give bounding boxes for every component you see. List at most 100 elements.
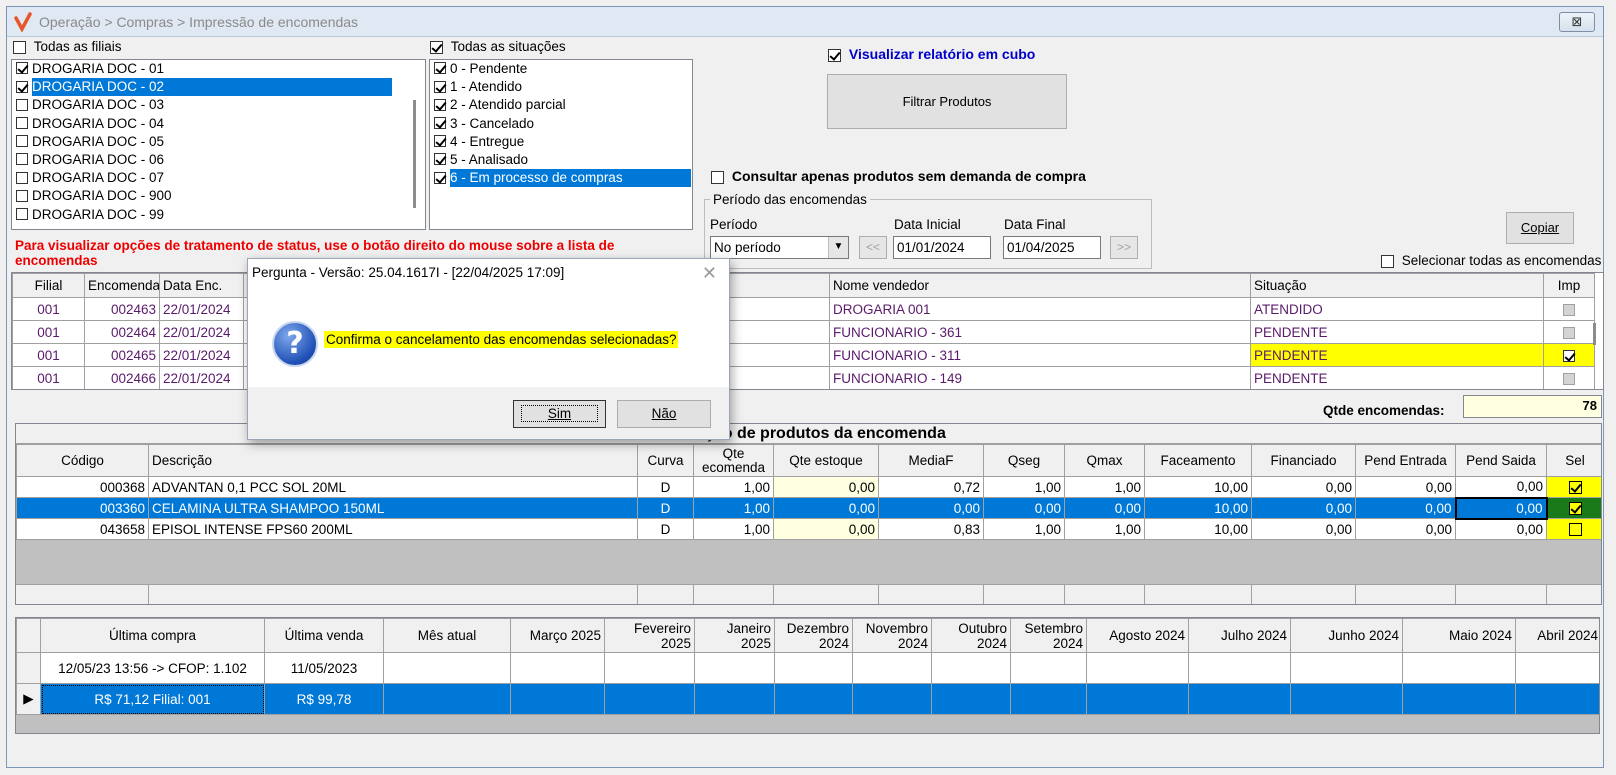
historico-grid[interactable]: Última compra Última venda Mês atual Março … <box>15 617 1600 734</box>
produto-row[interactable]: 003360 CELAMINA ULTRA SHAMPOO 150ML D 1,00 0… <box>16 496 1601 520</box>
hist-col-header[interactable]: Julho 2024 <box>1188 618 1291 653</box>
encomendas-scrollbar[interactable] <box>1593 323 1596 345</box>
produto-mediaf-cell[interactable]: 0,83 <box>878 518 984 540</box>
encomenda-filial-cell[interactable]: 001 <box>12 320 85 344</box>
produto-descricao-cell[interactable]: EPISOL INTENSE FPS60 200ML <box>148 518 638 540</box>
filial-item[interactable]: DROGARIA DOC - 07 <box>12 169 425 187</box>
encomenda-data-cell[interactable]: 22/01/2024 <box>159 343 244 367</box>
filial-item-check-icon[interactable] <box>16 80 28 93</box>
filial-item[interactable]: DROGARIA DOC - 04 <box>12 115 425 133</box>
produto-curva-cell[interactable]: D <box>637 497 694 519</box>
imp-check-icon[interactable] <box>1563 303 1575 316</box>
cubo-check-icon[interactable] <box>828 48 841 62</box>
encomenda-situacao-cell[interactable]: PENDENTE <box>1250 320 1544 344</box>
encomenda-imp-cell[interactable] <box>1543 297 1595 321</box>
col-pend-entrada[interactable]: Pend Entrada <box>1355 444 1456 477</box>
imp-check-icon[interactable] <box>1563 349 1575 362</box>
hist-col-header[interactable]: Maio 2024 <box>1402 618 1516 653</box>
produto-curva-cell[interactable]: D <box>637 476 694 498</box>
situacao-item[interactable]: 0 - Pendente <box>430 60 692 78</box>
produto-pend-saida-cell[interactable]: 0,00 <box>1455 518 1547 540</box>
produto-qte-encomenda-cell[interactable]: 1,00 <box>693 497 774 519</box>
imp-check-icon[interactable] <box>1563 326 1575 339</box>
encomenda-filial-cell[interactable]: 001 <box>12 343 85 367</box>
hist-ultima-venda[interactable]: 11/05/2023 <box>264 652 384 684</box>
situacao-item[interactable]: 3 - Cancelado <box>430 115 692 133</box>
situacoes-list[interactable]: 0 - Pendente 1 - Atendido 2 - Atendido par… <box>429 59 693 230</box>
encomenda-vendedor-cell[interactable]: FUNCIONARIO - 361 <box>829 320 1251 344</box>
encomenda-encomenda-cell[interactable]: 002464 <box>84 320 160 344</box>
situacao-item[interactable]: 6 - Em processo de compras <box>430 169 692 188</box>
filial-item[interactable]: DROGARIA DOC - 900 <box>12 187 425 205</box>
todas-filiais-check-icon[interactable] <box>13 40 26 54</box>
hist-col-header[interactable]: Novembro 2024 <box>852 618 932 653</box>
col-situacao[interactable]: Situação <box>1250 273 1544 298</box>
hist-valor-compra[interactable]: R$ 71,12 Filial: 001 <box>40 683 265 715</box>
col-pend-saida[interactable]: Pend Saida <box>1455 444 1547 477</box>
sel-check-icon[interactable] <box>1568 502 1582 516</box>
data-final-input[interactable]: 01/04/2025 <box>1003 236 1101 259</box>
produto-pend-entrada-cell[interactable]: 0,00 <box>1355 476 1456 498</box>
produto-codigo-cell[interactable]: 043658 <box>16 518 149 540</box>
encomenda-imp-cell[interactable] <box>1543 343 1595 367</box>
situacao-item[interactable]: 4 - Entregue <box>430 133 692 151</box>
encomenda-filial-cell[interactable]: 001 <box>12 297 85 321</box>
situacao-item-check-icon[interactable] <box>434 153 446 166</box>
situacao-item-check-icon[interactable] <box>434 62 446 75</box>
sel-check-icon[interactable] <box>1568 481 1582 495</box>
produto-qmax-cell[interactable]: 1,00 <box>1064 476 1145 498</box>
hist-col-header[interactable]: Última venda <box>264 618 384 653</box>
hist-valor-venda[interactable]: R$ 99,78 <box>264 683 384 715</box>
chevron-down-icon[interactable]: ▼ <box>828 237 848 258</box>
data-inicial-input[interactable]: 01/01/2024 <box>893 236 991 259</box>
dialog-close-icon[interactable]: ✕ <box>702 263 717 284</box>
produto-descricao-cell[interactable]: CELAMINA ULTRA SHAMPOO 150ML <box>148 497 638 519</box>
situacao-item-check-icon[interactable] <box>434 80 446 93</box>
sem-demanda-checkbox[interactable]: Consultar apenas produtos sem demanda de… <box>711 168 1086 184</box>
hist-col-header[interactable]: Fevereiro 2025 <box>604 618 695 653</box>
produtos-grid[interactable]: Relação de produtos da encomenda Código … <box>15 423 1602 605</box>
filial-item-check-icon[interactable] <box>16 171 28 184</box>
situacao-item[interactable]: 2 - Atendido parcial <box>430 96 692 114</box>
encomenda-vendedor-cell[interactable]: DROGARIA 001 <box>829 297 1251 321</box>
filial-item-check-icon[interactable] <box>16 189 28 202</box>
hist-col-header[interactable]: Junho 2024 <box>1290 618 1403 653</box>
produto-qseg-cell[interactable]: 0,00 <box>983 497 1065 519</box>
col-descricao[interactable]: Descrição <box>148 444 638 477</box>
hist-row-1[interactable]: 12/05/23 13:56 -> CFOP: 1.102 11/05/2023 <box>16 652 1599 684</box>
col-codigo[interactable]: Código <box>16 444 149 477</box>
col-qte-estoque[interactable]: Qte estoque <box>773 444 879 477</box>
col-faceamento[interactable]: Faceamento <box>1144 444 1252 477</box>
col-qmax[interactable]: Qmax <box>1064 444 1145 477</box>
hist-col-header[interactable]: Mês atual <box>383 618 511 653</box>
prev-period-button[interactable]: << <box>859 236 887 259</box>
col-mediaf[interactable]: MediaF <box>878 444 984 477</box>
situacao-item-check-icon[interactable] <box>434 135 446 148</box>
col-qte-encomenda[interactable]: Qte ecomenda <box>693 444 774 477</box>
encomenda-data-cell[interactable]: 22/01/2024 <box>159 297 244 321</box>
next-period-button[interactable]: >> <box>1110 236 1138 259</box>
produto-qseg-cell[interactable]: 1,00 <box>983 476 1065 498</box>
encomenda-vendedor-cell[interactable]: FUNCIONARIO - 311 <box>829 343 1251 367</box>
produto-pend-saida-cell[interactable]: 0,00 <box>1454 496 1548 520</box>
todas-situacoes-check-icon[interactable] <box>430 40 443 54</box>
filial-item-check-icon[interactable] <box>16 135 28 148</box>
produto-qte-estoque-cell[interactable]: 0,00 <box>773 497 879 519</box>
produto-pend-entrada-cell[interactable]: 0,00 <box>1355 497 1456 519</box>
col-sel[interactable]: Sel <box>1546 444 1601 477</box>
produto-curva-cell[interactable]: D <box>637 518 694 540</box>
encomenda-imp-cell[interactable] <box>1543 366 1595 389</box>
hist-col-header[interactable]: Dezembro 2024 <box>774 618 853 653</box>
selecionar-todas-checkbox[interactable]: Selecionar todas as encomendas <box>1381 253 1601 268</box>
produto-sel-cell[interactable] <box>1546 497 1601 519</box>
produto-pend-saida-cell[interactable]: 0,00 <box>1455 476 1547 498</box>
situacao-item-check-icon[interactable] <box>434 117 446 129</box>
encomenda-filial-cell[interactable]: 001 <box>12 366 85 389</box>
filiais-list[interactable]: DROGARIA DOC - 01 DROGARIA DOC - 02 DROGAR… <box>11 59 426 230</box>
produto-qmax-cell[interactable]: 0,00 <box>1064 497 1145 519</box>
produto-financiado-cell[interactable]: 0,00 <box>1251 476 1356 498</box>
produto-qmax-cell[interactable]: 1,00 <box>1064 518 1145 540</box>
encomenda-encomenda-cell[interactable]: 002466 <box>84 366 160 389</box>
hist-col-header[interactable]: Última compra <box>40 618 265 653</box>
hist-col-header[interactable]: Janeiro 2025 <box>694 618 775 653</box>
